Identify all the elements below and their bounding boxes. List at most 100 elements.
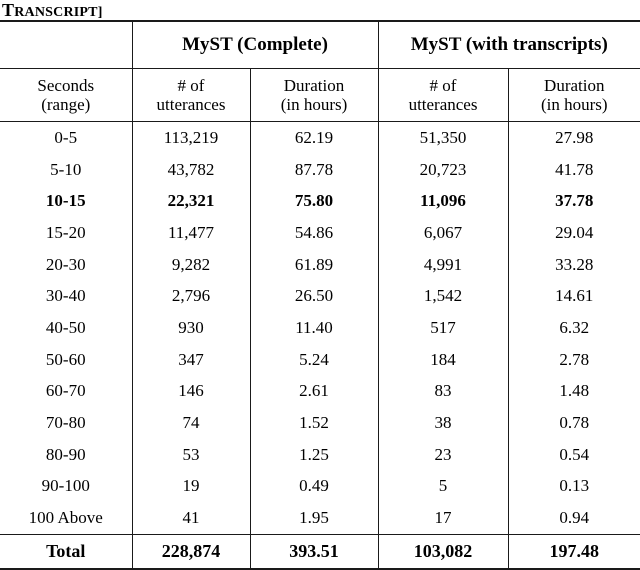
cell-seconds-range: 80-90 bbox=[0, 438, 132, 471]
cell-complete-duration: 62.19 bbox=[249, 120, 379, 154]
cell-complete-utterances: 19 bbox=[131, 470, 250, 503]
table-row: 80-90 53 1.25 23 0.54 bbox=[0, 438, 640, 471]
column-header-transcripts-utterances-line2: utterances bbox=[408, 95, 478, 114]
table-row: 70-80 74 1.52 38 0.78 bbox=[0, 407, 640, 439]
cell-seconds-range: 50-60 bbox=[0, 343, 132, 376]
column-header-row: Seconds (range) # of utterances Duration… bbox=[0, 68, 640, 122]
column-header-complete-utterances-line2: utterances bbox=[156, 95, 226, 114]
cell-transcripts-utterances: 11,096 bbox=[377, 185, 509, 218]
table-row: 60-70 146 2.61 83 1.48 bbox=[0, 375, 640, 408]
caption-tail-initial: T bbox=[2, 0, 15, 20]
cell-seconds-range: 0-5 bbox=[0, 120, 132, 154]
cell-complete-duration: 2.61 bbox=[249, 375, 379, 408]
table-row: 20-30 9,282 61.89 4,991 33.28 bbox=[0, 248, 640, 281]
utterance-duration-table: MyST (Complete) MyST (with transcripts) … bbox=[0, 20, 640, 570]
cell-transcripts-utterances: 20,723 bbox=[377, 153, 509, 186]
column-header-complete-duration-line2: (in hours) bbox=[280, 95, 348, 114]
table-row: 90-100 19 0.49 5 0.13 bbox=[0, 470, 640, 503]
cell-transcripts-duration: 37.78 bbox=[507, 185, 640, 218]
cell-complete-utterances: 74 bbox=[131, 407, 250, 439]
group-header-myst-transcripts: MyST (with transcripts) bbox=[377, 20, 640, 69]
cell-transcripts-utterances: 51,350 bbox=[377, 120, 509, 154]
column-header-seconds-range-line1: Seconds bbox=[37, 75, 95, 95]
column-header-transcripts-duration-line1: Duration bbox=[544, 75, 605, 95]
cell-complete-utterances: 930 bbox=[131, 312, 250, 344]
cell-complete-duration: 87.78 bbox=[249, 153, 379, 186]
cell-seconds-range: 90-100 bbox=[0, 470, 132, 503]
cell-complete-duration: 5.24 bbox=[249, 343, 379, 376]
column-header-complete-duration-line1: Duration bbox=[283, 75, 345, 95]
cell-complete-duration: 75.80 bbox=[249, 185, 379, 218]
cell-complete-duration: 26.50 bbox=[249, 280, 379, 313]
total-label: Total bbox=[0, 533, 132, 570]
cell-seconds-range: 40-50 bbox=[0, 312, 132, 344]
cell-seconds-range: 15-20 bbox=[0, 217, 132, 249]
column-header-transcripts-utterances: # of utterances bbox=[377, 68, 509, 122]
cell-seconds-range: 10-15 bbox=[0, 185, 132, 218]
cell-complete-duration: 1.25 bbox=[249, 438, 379, 471]
table-footer: Total 228,874 393.51 103,082 197.48 bbox=[0, 533, 640, 570]
cell-complete-duration: 1.95 bbox=[249, 502, 379, 535]
cell-complete-utterances: 146 bbox=[131, 375, 250, 408]
cell-complete-duration: 11.40 bbox=[249, 312, 379, 344]
cell-complete-utterances: 2,796 bbox=[131, 280, 250, 313]
total-transcripts-utterances: 103,082 bbox=[377, 533, 509, 570]
cell-complete-utterances: 11,477 bbox=[131, 217, 250, 249]
table-row: 100 Above 41 1.95 17 0.94 bbox=[0, 502, 640, 535]
cell-transcripts-duration: 0.94 bbox=[507, 502, 640, 535]
cell-transcripts-utterances: 4,991 bbox=[377, 248, 509, 281]
total-complete-duration: 393.51 bbox=[249, 533, 379, 570]
column-header-complete-utterances-line1: # of bbox=[177, 75, 205, 95]
cell-transcripts-utterances: 5 bbox=[377, 470, 509, 503]
page-root: TRANSCRIPT] MyST (Complete) MyST (with t… bbox=[0, 0, 640, 570]
cell-transcripts-utterances: 83 bbox=[377, 375, 509, 408]
column-header-seconds-range: Seconds (range) bbox=[0, 68, 132, 122]
cell-complete-duration: 0.49 bbox=[249, 470, 379, 503]
cell-transcripts-duration: 41.78 bbox=[507, 153, 640, 186]
cell-transcripts-utterances: 6,067 bbox=[377, 217, 509, 249]
table-row: 40-50 930 11.40 517 6.32 bbox=[0, 312, 640, 344]
column-header-transcripts-duration: Duration (in hours) bbox=[507, 68, 640, 122]
cell-transcripts-duration: 0.13 bbox=[507, 470, 640, 503]
cell-transcripts-duration: 0.54 bbox=[507, 438, 640, 471]
column-header-complete-utterances: # of utterances bbox=[131, 68, 250, 122]
cell-seconds-range: 30-40 bbox=[0, 280, 132, 313]
total-row: Total 228,874 393.51 103,082 197.48 bbox=[0, 533, 640, 570]
cell-transcripts-utterances: 38 bbox=[377, 407, 509, 439]
cell-seconds-range: 60-70 bbox=[0, 375, 132, 408]
table-row: 5-10 43,782 87.78 20,723 41.78 bbox=[0, 153, 640, 186]
table-row: 10-15 22,321 75.80 11,096 37.78 bbox=[0, 185, 640, 218]
cell-transcripts-duration: 33.28 bbox=[507, 248, 640, 281]
table-row: 0-5 113,219 62.19 51,350 27.98 bbox=[0, 120, 640, 154]
cell-transcripts-duration: 6.32 bbox=[507, 312, 640, 344]
cell-transcripts-duration: 29.04 bbox=[507, 217, 640, 249]
total-complete-utterances: 228,874 bbox=[131, 533, 250, 570]
caption-tail: TRANSCRIPT] bbox=[2, 0, 103, 20]
cell-complete-duration: 54.86 bbox=[249, 217, 379, 249]
table-body: 0-5 113,219 62.19 51,350 27.98 5-10 43,782 87.7… bbox=[0, 120, 640, 535]
cell-complete-utterances: 347 bbox=[131, 343, 250, 376]
cell-complete-utterances: 41 bbox=[131, 502, 250, 535]
total-transcripts-duration: 197.48 bbox=[507, 533, 640, 570]
cell-complete-utterances: 113,219 bbox=[131, 120, 250, 154]
table-row: 15-20 11,477 54.86 6,067 29.04 bbox=[0, 217, 640, 249]
table-row: 50-60 347 5.24 184 2.78 bbox=[0, 343, 640, 376]
column-header-seconds-range-line2: (range) bbox=[41, 95, 91, 114]
cell-transcripts-duration: 2.78 bbox=[507, 343, 640, 376]
cell-complete-utterances: 53 bbox=[131, 438, 250, 471]
cell-complete-utterances: 22,321 bbox=[131, 185, 250, 218]
caption-tail-rest: RANSCRIPT] bbox=[14, 5, 103, 20]
group-header-myst-complete: MyST (Complete) bbox=[131, 20, 379, 69]
table-header: MyST (Complete) MyST (with transcripts) … bbox=[0, 20, 640, 122]
cell-transcripts-duration: 0.78 bbox=[507, 407, 640, 439]
group-header-empty bbox=[0, 20, 132, 69]
cell-seconds-range: 5-10 bbox=[0, 153, 132, 186]
cell-transcripts-utterances: 517 bbox=[377, 312, 509, 344]
cell-seconds-range: 20-30 bbox=[0, 248, 132, 281]
group-header-row: MyST (Complete) MyST (with transcripts) bbox=[0, 20, 640, 69]
cell-transcripts-utterances: 1,542 bbox=[377, 280, 509, 313]
cell-transcripts-utterances: 184 bbox=[377, 343, 509, 376]
cell-complete-utterances: 9,282 bbox=[131, 248, 250, 281]
cell-transcripts-utterances: 23 bbox=[377, 438, 509, 471]
cell-transcripts-duration: 27.98 bbox=[507, 120, 640, 154]
